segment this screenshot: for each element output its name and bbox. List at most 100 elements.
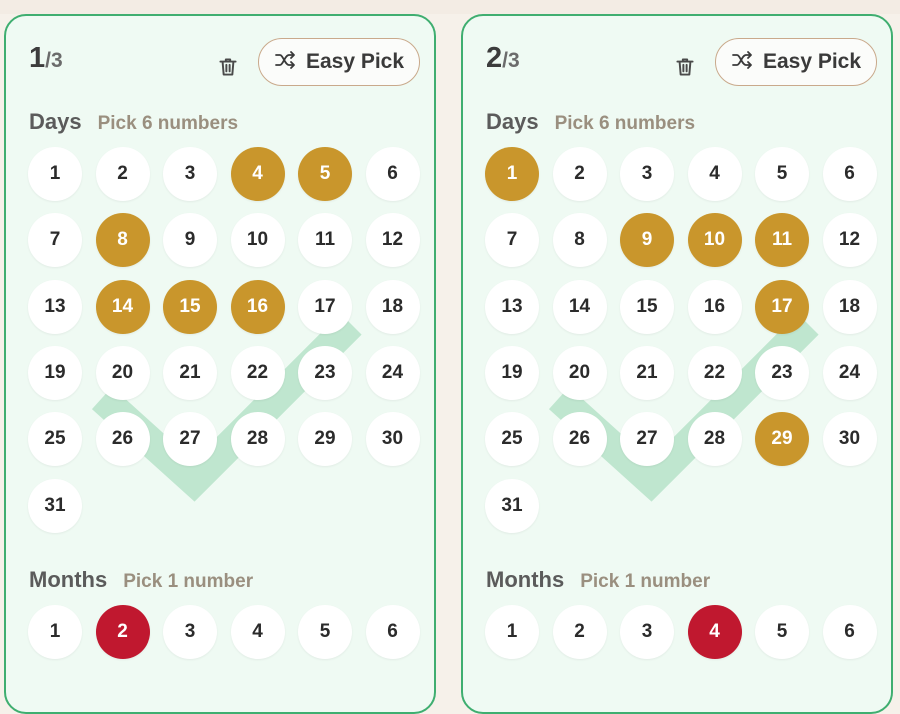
- days-heading: Days: [29, 109, 82, 134]
- days-hint: Pick 6 numbers: [554, 113, 696, 134]
- day-ball-11[interactable]: 11: [755, 213, 809, 268]
- day-ball-30[interactable]: 30: [822, 412, 877, 467]
- day-ball-13[interactable]: 13: [485, 279, 539, 334]
- day-ball-15[interactable]: 15: [163, 279, 217, 334]
- day-ball-14[interactable]: 14: [95, 279, 150, 334]
- ticket-total: /3: [45, 49, 63, 72]
- month-ball-1[interactable]: 1: [485, 605, 539, 659]
- trash-icon[interactable]: [215, 54, 241, 80]
- day-ball-18[interactable]: 18: [822, 279, 877, 334]
- month-ball-4[interactable]: 4: [687, 605, 742, 659]
- day-ball-17[interactable]: 17: [755, 279, 809, 334]
- month-ball-6[interactable]: 6: [365, 605, 420, 659]
- day-ball-13[interactable]: 13: [28, 279, 82, 334]
- day-ball-22[interactable]: 22: [687, 345, 742, 400]
- day-ball-7[interactable]: 7: [485, 213, 539, 268]
- month-ball-1[interactable]: 1: [28, 605, 82, 659]
- day-ball-26[interactable]: 26: [552, 412, 607, 467]
- day-ball-8[interactable]: 8: [552, 213, 607, 268]
- day-ball-4[interactable]: 4: [230, 147, 285, 201]
- day-ball-1[interactable]: 1: [485, 147, 539, 201]
- day-ball-31[interactable]: 31: [28, 478, 82, 533]
- day-ball-3[interactable]: 3: [163, 147, 217, 201]
- day-ball-29[interactable]: 29: [755, 412, 809, 467]
- page-top-strip: [0, 0, 900, 14]
- day-ball-9[interactable]: 9: [620, 213, 674, 268]
- day-ball-16[interactable]: 16: [687, 279, 742, 334]
- month-ball-5[interactable]: 5: [755, 605, 809, 659]
- day-ball-10[interactable]: 10: [687, 213, 742, 268]
- day-ball-23[interactable]: 23: [755, 345, 809, 400]
- day-ball-6[interactable]: 6: [365, 147, 420, 201]
- month-ball-3[interactable]: 3: [620, 605, 674, 659]
- day-ball-20[interactable]: 20: [552, 345, 607, 400]
- shuffle-icon: [731, 50, 755, 75]
- day-ball-6[interactable]: 6: [822, 147, 877, 201]
- ticket-card-2: 2/3 Easy Pick Days Pick 6 numbers 123456…: [461, 14, 893, 714]
- easy-pick-label: Easy Pick: [762, 50, 862, 73]
- day-ball-29[interactable]: 29: [298, 412, 352, 467]
- day-ball-26[interactable]: 26: [95, 412, 150, 467]
- day-ball-1[interactable]: 1: [28, 147, 82, 201]
- day-ball-21[interactable]: 21: [163, 345, 217, 400]
- month-ball-2[interactable]: 2: [95, 605, 150, 659]
- day-ball-4[interactable]: 4: [687, 147, 742, 201]
- day-ball-5[interactable]: 5: [298, 147, 352, 201]
- day-ball-17[interactable]: 17: [298, 279, 352, 334]
- months-section-header: Months Pick 1 number: [486, 567, 710, 593]
- months-section-header: Months Pick 1 number: [29, 567, 253, 593]
- ticket-index: 2: [486, 42, 503, 74]
- day-ball-11[interactable]: 11: [298, 213, 352, 268]
- day-ball-28[interactable]: 28: [230, 412, 285, 467]
- trash-icon[interactable]: [672, 54, 698, 80]
- day-ball-9[interactable]: 9: [163, 213, 217, 268]
- days-hint: Pick 6 numbers: [97, 113, 239, 134]
- day-ball-18[interactable]: 18: [365, 279, 420, 334]
- day-ball-30[interactable]: 30: [365, 412, 420, 467]
- days-section-header: Days Pick 6 numbers: [29, 109, 238, 135]
- days-heading: Days: [486, 109, 539, 134]
- month-ball-4[interactable]: 4: [230, 605, 285, 659]
- day-ball-2[interactable]: 2: [95, 147, 150, 201]
- day-ball-14[interactable]: 14: [552, 279, 607, 334]
- day-ball-31[interactable]: 31: [485, 478, 539, 533]
- easy-pick-label: Easy Pick: [305, 50, 405, 73]
- months-heading: Months: [486, 567, 565, 592]
- day-ball-21[interactable]: 21: [620, 345, 674, 400]
- day-ball-7[interactable]: 7: [28, 213, 82, 268]
- month-ball-6[interactable]: 6: [822, 605, 877, 659]
- month-ball-3[interactable]: 3: [163, 605, 217, 659]
- day-ball-8[interactable]: 8: [95, 213, 150, 268]
- easy-pick-button[interactable]: Easy Pick: [715, 38, 877, 86]
- easy-pick-button[interactable]: Easy Pick: [258, 38, 420, 86]
- month-ball-2[interactable]: 2: [552, 605, 607, 659]
- day-ball-25[interactable]: 25: [28, 412, 82, 467]
- day-ball-20[interactable]: 20: [95, 345, 150, 400]
- month-ball-5[interactable]: 5: [298, 605, 352, 659]
- day-ball-19[interactable]: 19: [485, 345, 539, 400]
- day-ball-24[interactable]: 24: [822, 345, 877, 400]
- ticket-index: 1: [29, 42, 46, 74]
- day-ball-3[interactable]: 3: [620, 147, 674, 201]
- day-ball-28[interactable]: 28: [687, 412, 742, 467]
- months-hint: Pick 1 number: [580, 571, 711, 592]
- day-ball-12[interactable]: 12: [365, 213, 420, 268]
- day-ball-22[interactable]: 22: [230, 345, 285, 400]
- days-section-header: Days Pick 6 numbers: [486, 109, 695, 135]
- ticket-card-1: 1/3 Easy Pick Days Pick 6 numbers 123456…: [4, 14, 436, 714]
- day-ball-19[interactable]: 19: [28, 345, 82, 400]
- day-ball-2[interactable]: 2: [552, 147, 607, 201]
- day-ball-27[interactable]: 27: [163, 412, 217, 467]
- day-ball-27[interactable]: 27: [620, 412, 674, 467]
- ticket-total: /3: [502, 49, 520, 72]
- day-ball-25[interactable]: 25: [485, 412, 539, 467]
- day-ball-23[interactable]: 23: [298, 345, 352, 400]
- day-ball-16[interactable]: 16: [230, 279, 285, 334]
- day-ball-5[interactable]: 5: [755, 147, 809, 201]
- shuffle-icon: [274, 50, 298, 75]
- day-ball-15[interactable]: 15: [620, 279, 674, 334]
- day-ball-10[interactable]: 10: [230, 213, 285, 268]
- day-ball-12[interactable]: 12: [822, 213, 877, 268]
- day-ball-24[interactable]: 24: [365, 345, 420, 400]
- ticket-number: 1/3: [29, 42, 63, 75]
